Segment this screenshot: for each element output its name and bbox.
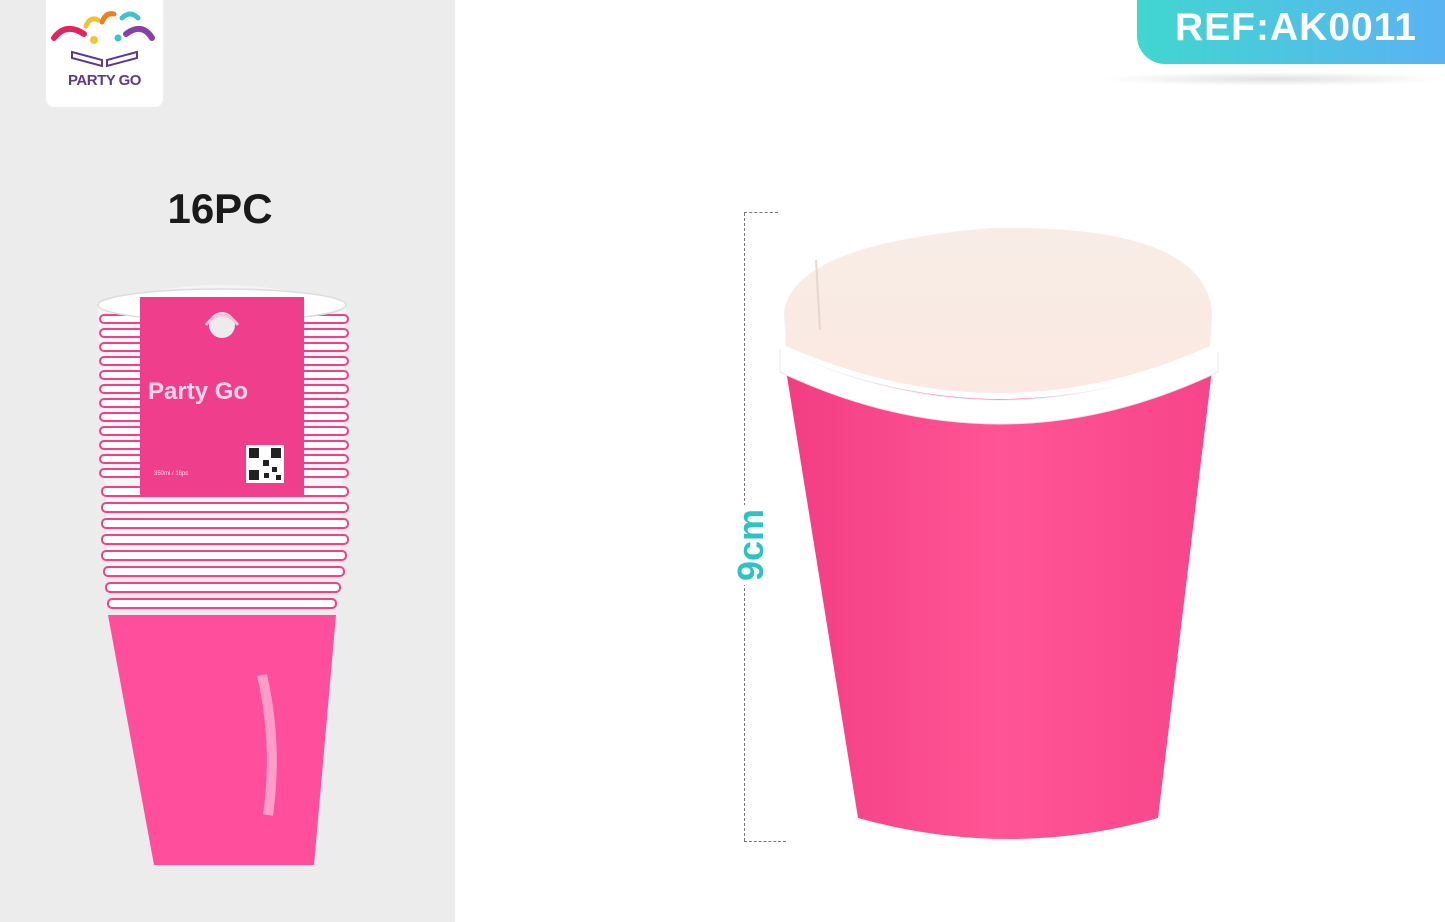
ref-shadow: [1100, 72, 1445, 86]
package-brand-text: Party Go: [148, 378, 248, 405]
cup-stack-image: Party Go 350ml / 16pc: [97, 285, 349, 865]
confetti-logo-icon: [51, 11, 155, 68]
logo-text: PARTY GO: [68, 72, 141, 89]
pack-count: 16PC: [167, 185, 273, 232]
package-size-text: 350ml / 16pc: [154, 471, 188, 477]
reference-code: REF:AK0011: [1175, 6, 1417, 49]
left-panel: PARTY GO 16PC Party Go 350ml / 16pc: [0, 0, 455, 922]
qr-code-icon: [246, 445, 284, 483]
brand-logo: PARTY GO: [46, 0, 163, 107]
cup-image: [772, 211, 1230, 839]
